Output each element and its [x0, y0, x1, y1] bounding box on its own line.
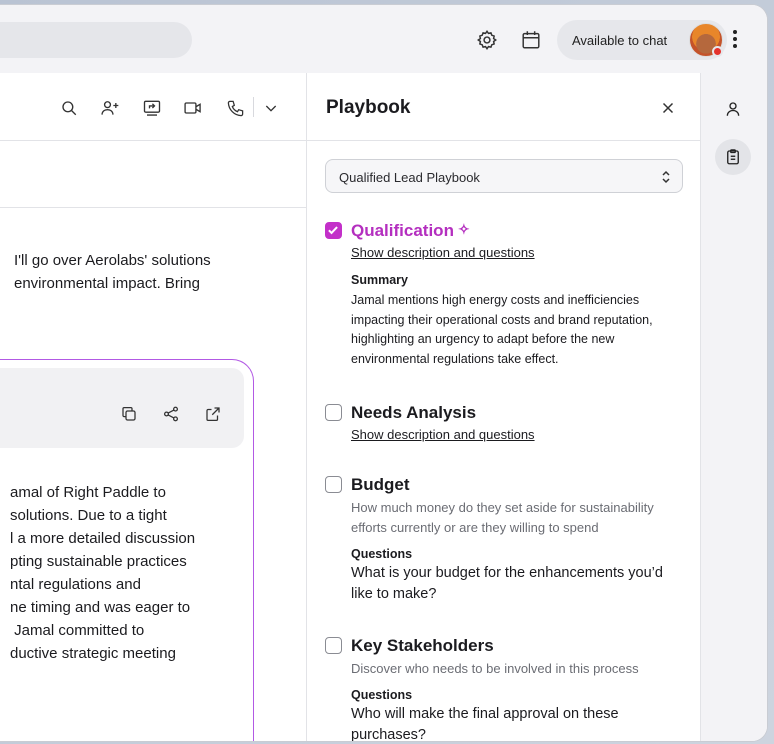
playbook-panel: Playbook Qualified Lead Playbook Qualifi… — [306, 73, 700, 742]
global-search-input[interactable] — [0, 22, 192, 58]
questions-label: Questions — [351, 688, 413, 702]
section-key-stakeholders: Key Stakeholders Discover who needs to b… — [325, 636, 687, 742]
right-rail — [700, 73, 767, 741]
show-description-link[interactable]: Show description and questions — [351, 427, 535, 442]
conversation-subheader — [0, 141, 306, 208]
add-person-icon[interactable] — [99, 97, 121, 119]
close-icon[interactable] — [659, 99, 677, 117]
section-title: Budget — [351, 475, 410, 494]
conversation-toolbar — [0, 73, 306, 141]
questions-label: Questions — [351, 547, 413, 561]
message-text: I'll go over Aerolabs' solutions environ… — [14, 252, 211, 292]
toolbar-divider — [253, 97, 254, 117]
summary-text: Jamal mentions high energy costs and ine… — [351, 293, 653, 366]
external-link-icon[interactable] — [203, 404, 223, 424]
section-description: How much money do they set aside for sus… — [351, 500, 654, 535]
clipboard-icon[interactable] — [715, 139, 751, 175]
calendar-icon[interactable] — [518, 27, 544, 53]
settings-icon[interactable] — [474, 27, 500, 53]
sparkle-icon: ✧ — [457, 221, 470, 237]
section-title: Needs Analysis — [351, 403, 477, 422]
presence-indicator — [712, 46, 723, 57]
page-title: Playbook — [326, 97, 411, 118]
section-qualification: Qualification ✧ Show description and ques… — [325, 221, 687, 371]
section-budget: Budget How much money do they set aside … — [325, 475, 687, 605]
playbook-header: Playbook — [307, 73, 700, 141]
qualification-checkbox[interactable] — [325, 222, 342, 239]
section-description: Discover who needs to be involved in thi… — [351, 661, 639, 676]
copy-icon[interactable] — [119, 404, 139, 424]
budget-checkbox[interactable] — [325, 476, 342, 493]
screen-share-icon[interactable] — [141, 97, 163, 119]
status-toggle[interactable]: Available to chat — [557, 20, 727, 60]
show-description-link[interactable]: Show description and questions — [351, 245, 535, 260]
needs-analysis-checkbox[interactable] — [325, 404, 342, 421]
share-icon[interactable] — [161, 404, 181, 424]
person-icon[interactable] — [715, 91, 751, 127]
top-bar: Available to chat — [0, 5, 767, 73]
question-text: Who will make the final approval on thes… — [351, 706, 619, 742]
video-icon[interactable] — [182, 97, 204, 119]
status-label: Available to chat — [572, 33, 668, 48]
question-text: What is your budget for the enhancements… — [351, 565, 663, 602]
phone-icon[interactable] — [224, 97, 246, 119]
section-title: Key Stakeholders — [351, 636, 494, 655]
search-icon[interactable] — [58, 97, 80, 119]
summary-label: Summary — [351, 273, 408, 287]
playbook-select-value: Qualified Lead Playbook — [339, 170, 480, 185]
app-window: Available to chat I'll go over Aerolabs'… — [0, 4, 768, 742]
section-title: Qualification ✧ — [351, 221, 470, 240]
avatar[interactable] — [689, 23, 723, 57]
section-needs-analysis: Needs Analysis Show description and ques… — [325, 403, 687, 449]
playbook-select[interactable]: Qualified Lead Playbook — [325, 159, 683, 193]
chevron-down-icon[interactable] — [260, 97, 282, 119]
summary-card-text: amal of Right Paddle to solutions. Due t… — [10, 484, 196, 662]
chevron-up-down-icon — [662, 170, 670, 184]
key-stakeholders-checkbox[interactable] — [325, 637, 342, 654]
more-vertical-icon[interactable] — [732, 30, 738, 52]
summary-card-header — [0, 368, 244, 448]
